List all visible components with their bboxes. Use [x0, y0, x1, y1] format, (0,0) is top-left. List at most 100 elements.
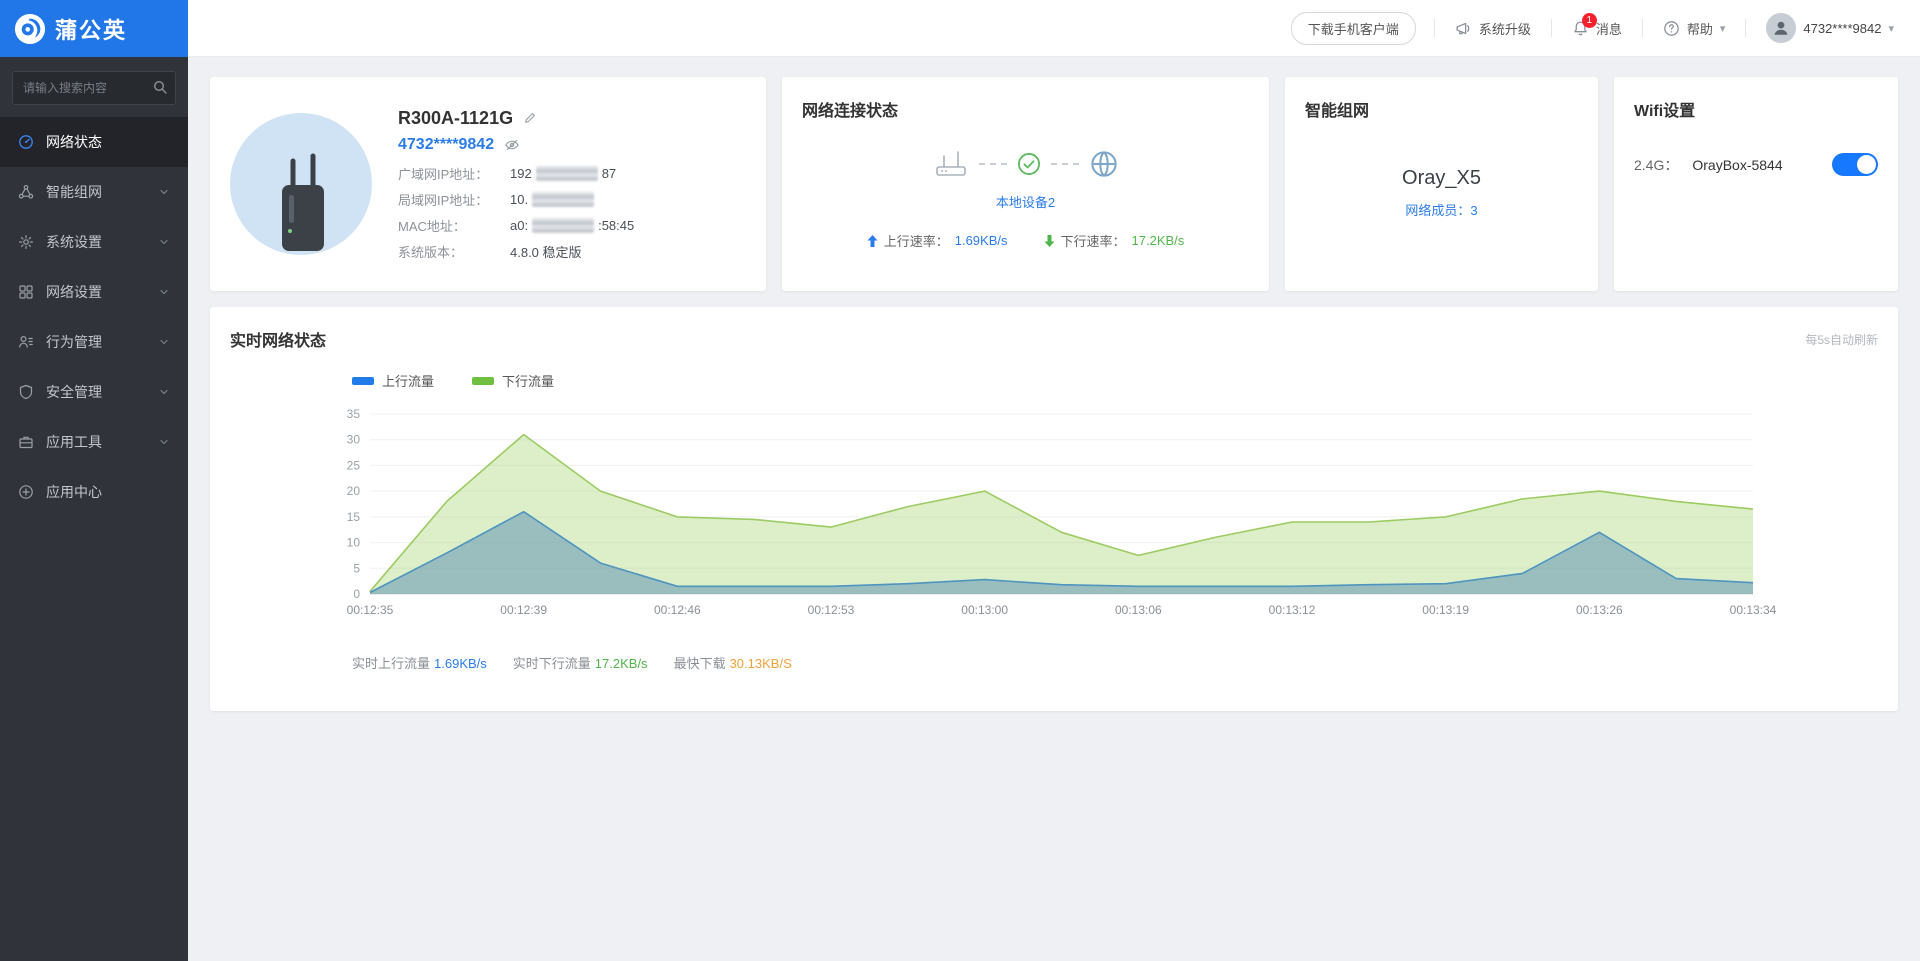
- system-settings-icon: [18, 234, 34, 250]
- account-label: 4732****9842: [1803, 21, 1881, 36]
- realtime-chart-svg: 0510152025303500:12:3500:12:3900:12:4600…: [230, 396, 1878, 636]
- svg-text:00:13:12: 00:13:12: [1269, 603, 1316, 617]
- svg-text:00:13:19: 00:13:19: [1422, 603, 1469, 617]
- smart-network-card: 智能组网 Oray_X5 网络成员：3: [1285, 77, 1598, 291]
- svg-text:00:13:34: 00:13:34: [1730, 603, 1777, 617]
- chevron-down-icon: [158, 236, 170, 248]
- device-model: R300A-1121G: [398, 108, 513, 129]
- members-label: 网络成员：: [1405, 203, 1470, 218]
- messages-badge: 1: [1582, 13, 1597, 28]
- behavior-management-icon: [18, 334, 34, 350]
- device-detail-row: 广域网IP地址：19287: [398, 164, 634, 183]
- bell-icon: 1: [1572, 20, 1589, 37]
- messages-label: 消息: [1596, 19, 1622, 38]
- router-image: [230, 113, 372, 255]
- wifi-row: 2.4G： OrayBox-5844: [1634, 153, 1878, 176]
- eye-off-icon[interactable]: [504, 137, 520, 153]
- sidebar-search: [12, 71, 176, 105]
- sidebar-item-label: 应用工具: [46, 432, 102, 452]
- account-menu[interactable]: 4732****9842 ▾: [1750, 13, 1894, 43]
- brand-logo-icon: [14, 13, 46, 45]
- legend-item[interactable]: 上行流量: [352, 371, 434, 390]
- wifi-settings-card: Wifi设置 2.4G： OrayBox-5844: [1614, 77, 1898, 291]
- sidebar-item-system-settings[interactable]: 系统设置: [0, 217, 188, 267]
- chevron-down-icon: [158, 336, 170, 348]
- down-speed-label: 下行速率：: [1061, 231, 1126, 250]
- sidebar-item-label: 安全管理: [46, 382, 102, 402]
- wifi-toggle[interactable]: [1832, 153, 1878, 176]
- traffic-stat: 实时下行流量17.2KB/s: [513, 653, 648, 672]
- security-management-icon: [18, 384, 34, 400]
- chart-legend: 上行流量 下行流量: [352, 371, 1878, 390]
- connection-graphic: [802, 149, 1249, 179]
- svg-text:5: 5: [353, 561, 360, 575]
- legend-item[interactable]: 下行流量: [472, 371, 554, 390]
- sidebar-item-smart-network[interactable]: 智能组网: [0, 167, 188, 217]
- down-arrow-icon: [1044, 235, 1055, 247]
- main-area: 下载手机客户端 系统升级 1 消息 帮助: [188, 0, 1920, 961]
- device-detail-row: 系统版本：4.8.0 稳定版: [398, 242, 634, 261]
- topbar: 下载手机客户端 系统升级 1 消息 帮助: [188, 0, 1920, 57]
- divider: [1551, 19, 1552, 37]
- detail-label: 局域网IP地址：: [398, 190, 510, 209]
- svg-text:00:12:39: 00:12:39: [500, 603, 547, 617]
- network-name: Oray_X5: [1305, 167, 1578, 190]
- traffic-chart: 0510152025303500:12:3500:12:3900:12:4600…: [230, 396, 1878, 641]
- chevron-down-icon: [158, 286, 170, 298]
- messages-button[interactable]: 1 消息: [1556, 19, 1638, 38]
- divider: [1745, 19, 1746, 37]
- legend-swatch: [472, 377, 494, 385]
- sidebar-item-label: 智能组网: [46, 182, 102, 202]
- masked-value: [532, 192, 594, 207]
- sidebar-item-network-status[interactable]: 网络状态: [0, 117, 188, 167]
- system-upgrade-button[interactable]: 系统升级: [1439, 19, 1547, 38]
- refresh-note: 每5s自动刷新: [1805, 331, 1878, 348]
- wifi-ssid: OrayBox-5844: [1692, 157, 1782, 173]
- card-title: 网络连接状态: [802, 97, 1249, 121]
- device-detail-row: 局域网IP地址：10.: [398, 190, 634, 209]
- check-circle-icon: [1017, 152, 1041, 176]
- detail-value-suffix: :58:45: [598, 218, 634, 233]
- sidebar-item-app-center[interactable]: 应用中心: [0, 467, 188, 517]
- detail-value: 192: [510, 166, 532, 181]
- divider: [1434, 19, 1435, 37]
- svg-text:00:12:53: 00:12:53: [808, 603, 855, 617]
- svg-text:00:13:26: 00:13:26: [1576, 603, 1623, 617]
- app-tools-icon: [18, 434, 34, 450]
- sidebar-item-security-management[interactable]: 安全管理: [0, 367, 188, 417]
- download-app-button[interactable]: 下载手机客户端: [1291, 12, 1416, 45]
- device-account: 4732****9842: [398, 136, 494, 154]
- stat-label: 实时下行流量: [513, 656, 591, 671]
- stat-value: 1.69KB/s: [434, 656, 487, 671]
- detail-value: 4.8.0 稳定版: [510, 242, 582, 261]
- help-icon: [1663, 20, 1680, 37]
- card-title: Wifi设置: [1634, 97, 1878, 121]
- svg-text:25: 25: [347, 458, 361, 472]
- system-upgrade-label: 系统升级: [1479, 19, 1531, 38]
- search-icon[interactable]: [152, 79, 168, 100]
- svg-text:00:12:46: 00:12:46: [654, 603, 701, 617]
- sidebar-item-label: 应用中心: [46, 482, 102, 502]
- device-info: R300A-1121G 4732****9842 广域网IP地址：19287 局域…: [398, 108, 634, 261]
- app: 蒲公英 网络状态智能组网系统设置网络设置行为管理安全管理应用工具应用中心 下载手…: [0, 0, 1920, 961]
- traffic-stats-row: 实时上行流量1.69KB/s实时下行流量17.2KB/s最快下载30.13KB/…: [352, 653, 1878, 672]
- sidebar-item-network-settings[interactable]: 网络设置: [0, 267, 188, 317]
- chevron-down-icon: [158, 186, 170, 198]
- network-members-link[interactable]: 网络成员：3: [1305, 200, 1578, 219]
- svg-text:10: 10: [347, 536, 361, 550]
- local-devices-link[interactable]: 本地设备2: [802, 192, 1249, 211]
- detail-label: MAC地址：: [398, 216, 510, 235]
- smart-network-icon: [18, 184, 34, 200]
- help-button[interactable]: 帮助 ▾: [1647, 19, 1742, 38]
- connection-status-card: 网络连接状态 本地设备2: [782, 77, 1269, 291]
- legend-label: 上行流量: [382, 371, 434, 390]
- edit-icon[interactable]: [523, 111, 537, 125]
- sidebar-menu: 网络状态智能组网系统设置网络设置行为管理安全管理应用工具应用中心: [0, 117, 188, 517]
- sidebar-item-behavior-management[interactable]: 行为管理: [0, 317, 188, 367]
- sidebar-item-app-tools[interactable]: 应用工具: [0, 417, 188, 467]
- device-detail-rows: 广域网IP地址：19287局域网IP地址：10.MAC地址：a0::58:45系…: [398, 164, 634, 261]
- svg-text:00:12:35: 00:12:35: [347, 603, 394, 617]
- detail-label: 广域网IP地址：: [398, 164, 510, 183]
- chevron-down-icon: [158, 436, 170, 448]
- svg-text:20: 20: [347, 484, 361, 498]
